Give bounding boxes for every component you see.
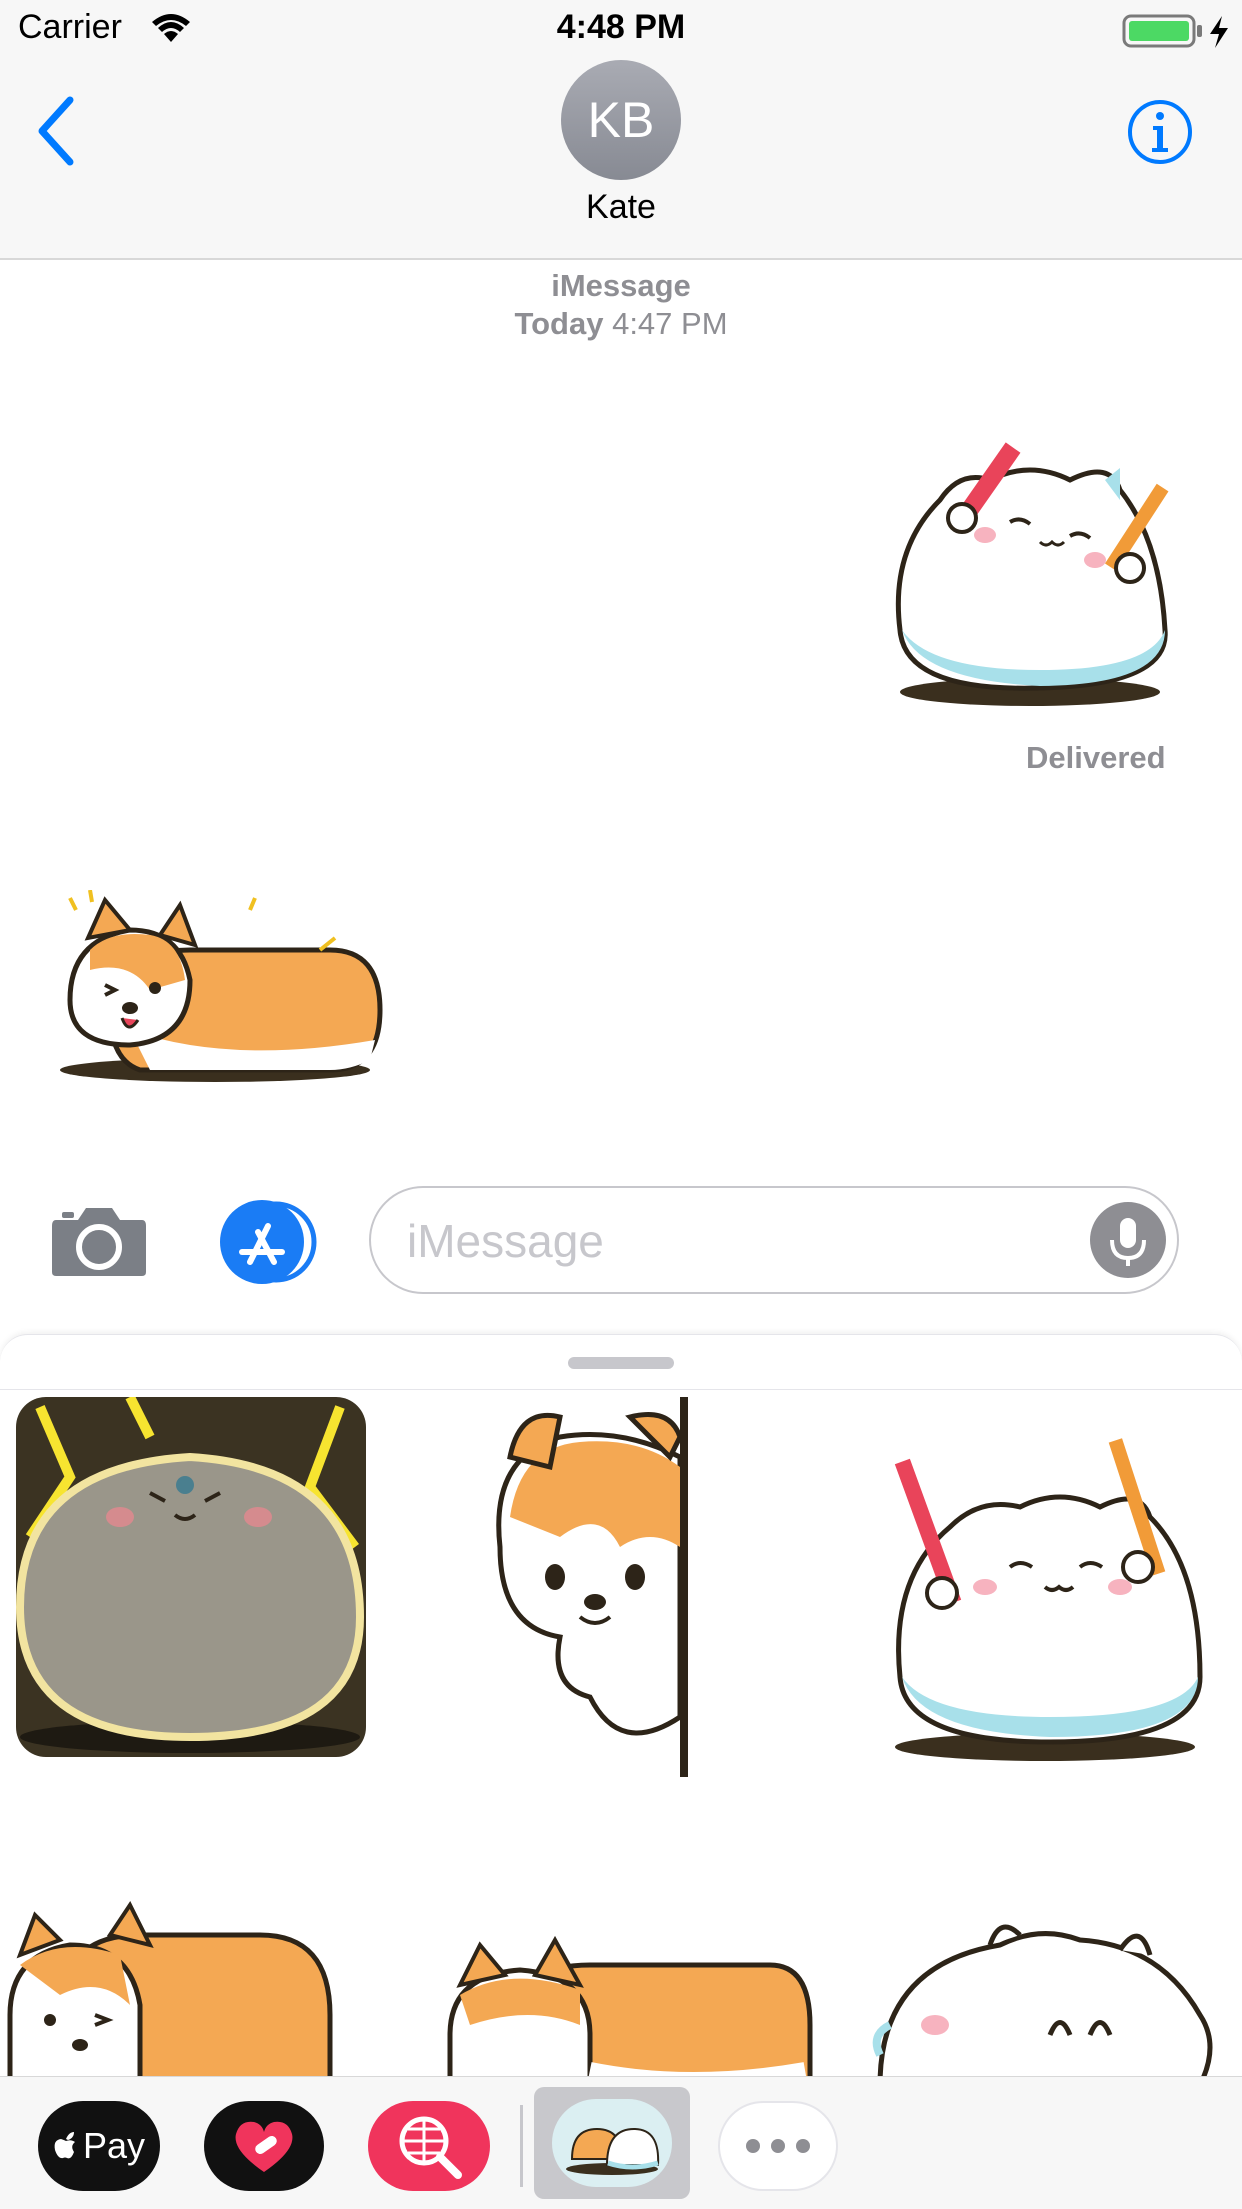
divider bbox=[520, 2105, 523, 2187]
sticker-gray-cat[interactable] bbox=[10, 1394, 390, 1797]
app-store-button[interactable] bbox=[210, 1200, 320, 1284]
divider bbox=[0, 1389, 1242, 1390]
more-apps-button[interactable] bbox=[718, 2101, 838, 2191]
apple-pay-label: Pay bbox=[82, 2125, 146, 2166]
microphone-icon bbox=[1110, 1218, 1146, 1266]
avatar[interactable]: KB bbox=[561, 60, 681, 180]
info-icon[interactable] bbox=[1126, 98, 1194, 166]
dictation-button[interactable] bbox=[1090, 1202, 1166, 1278]
service-label: iMessage bbox=[551, 268, 691, 303]
sticker-drawer bbox=[0, 1334, 1242, 2077]
clock: 4:48 PM bbox=[556, 8, 686, 46]
sent-sticker[interactable] bbox=[880, 430, 1210, 710]
timestamp-day: Today bbox=[514, 306, 604, 341]
battery-icon bbox=[1122, 14, 1228, 48]
timestamp: Today 4:47 PM bbox=[0, 306, 1242, 342]
sticker-corgi-peeking[interactable] bbox=[470, 1397, 850, 1797]
globe-search-icon bbox=[399, 2116, 462, 2179]
digital-touch-app[interactable] bbox=[204, 2101, 324, 2191]
sticker-corgi-wink[interactable] bbox=[0, 1895, 380, 2077]
ellipsis-icon bbox=[746, 2139, 810, 2153]
drawer-grabber[interactable] bbox=[568, 1357, 674, 1369]
received-sticker[interactable] bbox=[50, 890, 390, 1090]
apple-pay-app[interactable]: Pay bbox=[38, 2101, 160, 2191]
back-chevron-icon[interactable] bbox=[34, 96, 78, 166]
message-input-placeholder: iMessage bbox=[407, 1215, 604, 1267]
app-strip: Pay bbox=[0, 2076, 1242, 2209]
image-search-app[interactable] bbox=[368, 2101, 490, 2191]
sticker-white-cat-peek[interactable] bbox=[860, 1895, 1240, 2077]
sticker-white-cat-sticks[interactable] bbox=[880, 1397, 1242, 1797]
camera-icon[interactable] bbox=[50, 1204, 148, 1278]
avatar-initials: KB bbox=[587, 92, 655, 148]
sticker-app-icon bbox=[552, 2099, 672, 2187]
delivered-label: Delivered bbox=[1026, 740, 1166, 775]
status-bar: Carrier 4:48 PM bbox=[0, 0, 1242, 60]
sticker-app-selected[interactable] bbox=[534, 2087, 690, 2199]
conversation-header: KB Kate bbox=[0, 60, 1242, 260]
contact-name[interactable]: Kate bbox=[0, 188, 1242, 227]
heart-icon bbox=[235, 2121, 293, 2172]
sticker-corgi-lying[interactable] bbox=[440, 1895, 820, 2077]
apple-logo-icon bbox=[54, 2132, 75, 2159]
timestamp-time: 4:47 PM bbox=[612, 306, 728, 341]
